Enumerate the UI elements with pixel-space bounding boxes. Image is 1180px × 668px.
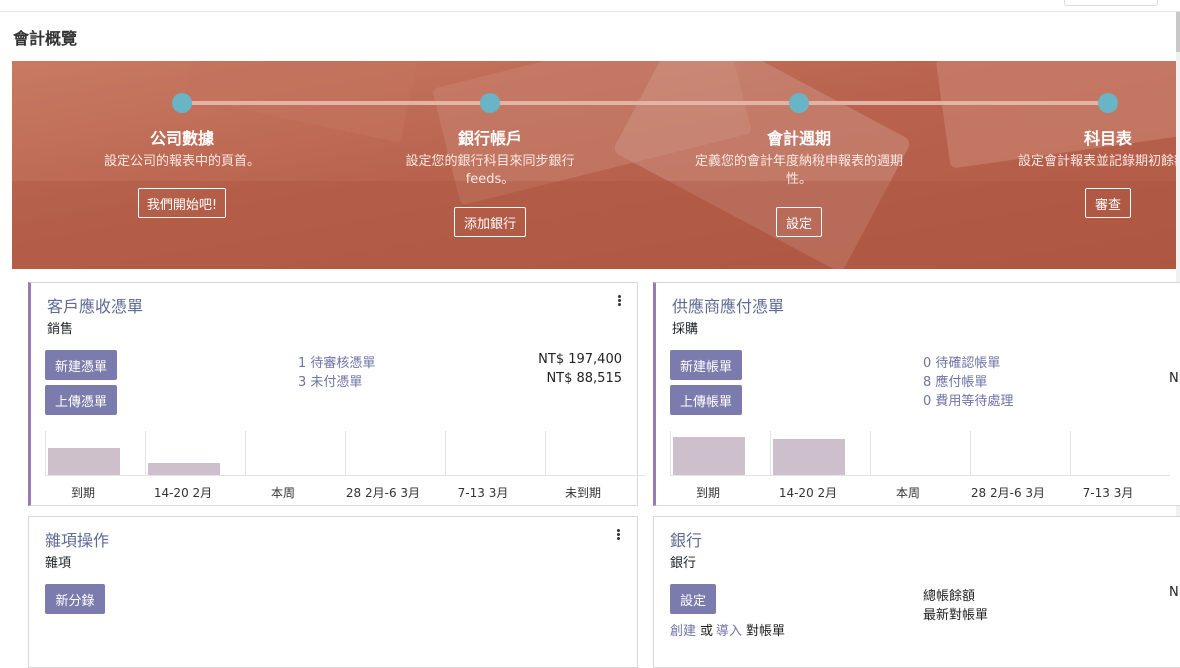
chart-column [445, 431, 546, 475]
chart-category-label: 14-20 2月 [153, 486, 213, 500]
chart-column [545, 431, 646, 475]
chart-bar[interactable] [48, 448, 120, 475]
step-title: 科目表 [1083, 129, 1132, 148]
top-bar [0, 0, 1180, 12]
new-invoice-button[interactable]: 新建憑單 [45, 350, 117, 380]
card-subtitle: 銀行 [670, 556, 697, 571]
chart-category-label: 28 2月-6 3月 [345, 486, 421, 500]
chart-category-label: 到期 [70, 486, 95, 500]
control-panel-stub[interactable] [1064, 0, 1158, 6]
step-title: 公司數據 [149, 129, 214, 148]
vendor-bills-card: 供應商應付憑單 採購 新建帳單 上傳帳單 0 待確認帳單 8 應付帳單 0 費用… [653, 282, 1180, 506]
unpaid-invoices-link[interactable]: 3 未付憑單 [298, 371, 362, 390]
step-description: 設定您的銀行科目來同步銀行 feeds。 [405, 154, 575, 187]
card-title[interactable]: 供應商應付憑單 [672, 293, 784, 317]
step-dot [789, 93, 809, 113]
lets-start-button[interactable]: 我們開始吧! [138, 188, 226, 218]
misc-operations-card: 雜項操作 雜項 新分錄 [28, 516, 638, 668]
more-options-icon[interactable] [617, 529, 621, 541]
chart-column [870, 431, 971, 475]
last-statement-label: 最新對帳單 [923, 608, 989, 623]
chart-baseline [670, 475, 1170, 476]
card-title[interactable]: 客戶應收憑單 [47, 293, 143, 317]
bank-card: 銀行 銀行 設定 創建 或 導入 對帳單 總帳餘額 最新對帳單 N [653, 516, 1180, 668]
step-description: 定義您的會計年度納稅申報表的週期性。 [694, 154, 903, 187]
page-title: 會計概覽 [13, 29, 78, 48]
chart-category-label: 14-20 2月 [778, 486, 838, 500]
expenses-to-process-link[interactable]: 0 費用等待處理 [923, 390, 1013, 409]
chart-bar[interactable] [673, 437, 745, 475]
chart-category-label: 到期 [695, 486, 720, 500]
chart-column [670, 431, 771, 475]
step-dot [172, 93, 192, 113]
new-bill-button[interactable]: 新建帳單 [670, 350, 742, 380]
card-title[interactable]: 雜項操作 [45, 527, 109, 551]
more-options-icon[interactable] [618, 295, 622, 307]
statement-text: 對帳單 [746, 624, 786, 639]
chart-bar[interactable] [773, 439, 845, 475]
invoices-to-review-link[interactable]: 1 待審核憑單 [298, 352, 375, 371]
chart-column [1070, 431, 1171, 475]
add-bank-button[interactable]: 添加銀行 [454, 207, 526, 237]
bank-settings-button[interactable]: 設定 [670, 584, 716, 614]
upload-bill-button[interactable]: 上傳帳單 [670, 385, 742, 415]
chart-column [145, 431, 246, 475]
review-button[interactable]: 審查 [1085, 188, 1131, 218]
customer-invoices-card: 客戶應收憑單 銷售 新建憑單 上傳憑單 1 待審核憑單 3 未付憑單 NT$ 1… [28, 282, 645, 506]
purchase-aging-chart: 到期 14-20 2月 本周 28 2月-6 3月 7-13 3月 [670, 431, 1180, 507]
bills-to-pay-link[interactable]: 8 應付帳單 [923, 371, 987, 390]
chart-category-label: 7-13 3月 [457, 486, 509, 500]
step-dot [1098, 93, 1118, 113]
chart-column [345, 431, 446, 475]
fiscal-settings-button[interactable]: 設定 [776, 207, 822, 237]
chart-column [45, 431, 146, 475]
bills-to-validate-link[interactable]: 0 待確認帳單 [923, 352, 1000, 371]
onboarding-banner: 公司數據 設定公司的報表中的頁首。 我們開始吧! 銀行帳戶 設定您的銀行科目來同… [12, 61, 1176, 269]
chart-category-label: 28 2月-6 3月 [970, 486, 1046, 500]
card-title[interactable]: 銀行 [670, 527, 702, 551]
card-subtitle: 銷售 [47, 322, 74, 337]
card-subtitle: 採購 [672, 322, 699, 337]
chart-category-label: 7-13 3月 [1082, 486, 1134, 500]
chart-category-label: 本周 [895, 486, 920, 500]
chart-category-label: 未到期 [564, 486, 601, 500]
import-statement-link[interactable]: 導入 [716, 620, 742, 639]
chart-column [245, 431, 346, 475]
sales-aging-chart: 到期 14-20 2月 本周 28 2月-6 3月 7-13 3月 未到期 [45, 431, 645, 507]
balance-label: 總帳餘額 [923, 589, 976, 604]
balance-amount-clipped: N [1169, 585, 1179, 600]
scrollbar-thumb[interactable] [1176, 12, 1180, 52]
create-statement-link[interactable]: 創建 [670, 620, 696, 639]
step-title: 銀行帳戶 [457, 129, 522, 148]
chart-column [970, 431, 1071, 475]
step-dot [480, 93, 500, 113]
chart-category-label: 本周 [270, 486, 295, 500]
unpaid-amount: NT$ 88,515 [546, 371, 622, 386]
new-entry-button[interactable]: 新分錄 [45, 584, 105, 614]
chart-bar[interactable] [148, 463, 220, 475]
step-title: 會計週期 [766, 129, 831, 148]
upload-invoice-button[interactable]: 上傳憑單 [45, 385, 117, 415]
step-description: 設定會計報表並記錄期初餘額 [1018, 154, 1176, 169]
review-amount: NT$ 197,400 [538, 352, 622, 367]
progress-track [182, 101, 1112, 105]
chart-column [770, 431, 871, 475]
chart-baseline [45, 475, 645, 476]
step-description: 設定公司的報表中的頁首。 [103, 154, 260, 169]
bills-amount-clipped: N [1169, 371, 1179, 386]
card-subtitle: 雜項 [45, 556, 72, 571]
or-text: 或 [700, 624, 714, 639]
